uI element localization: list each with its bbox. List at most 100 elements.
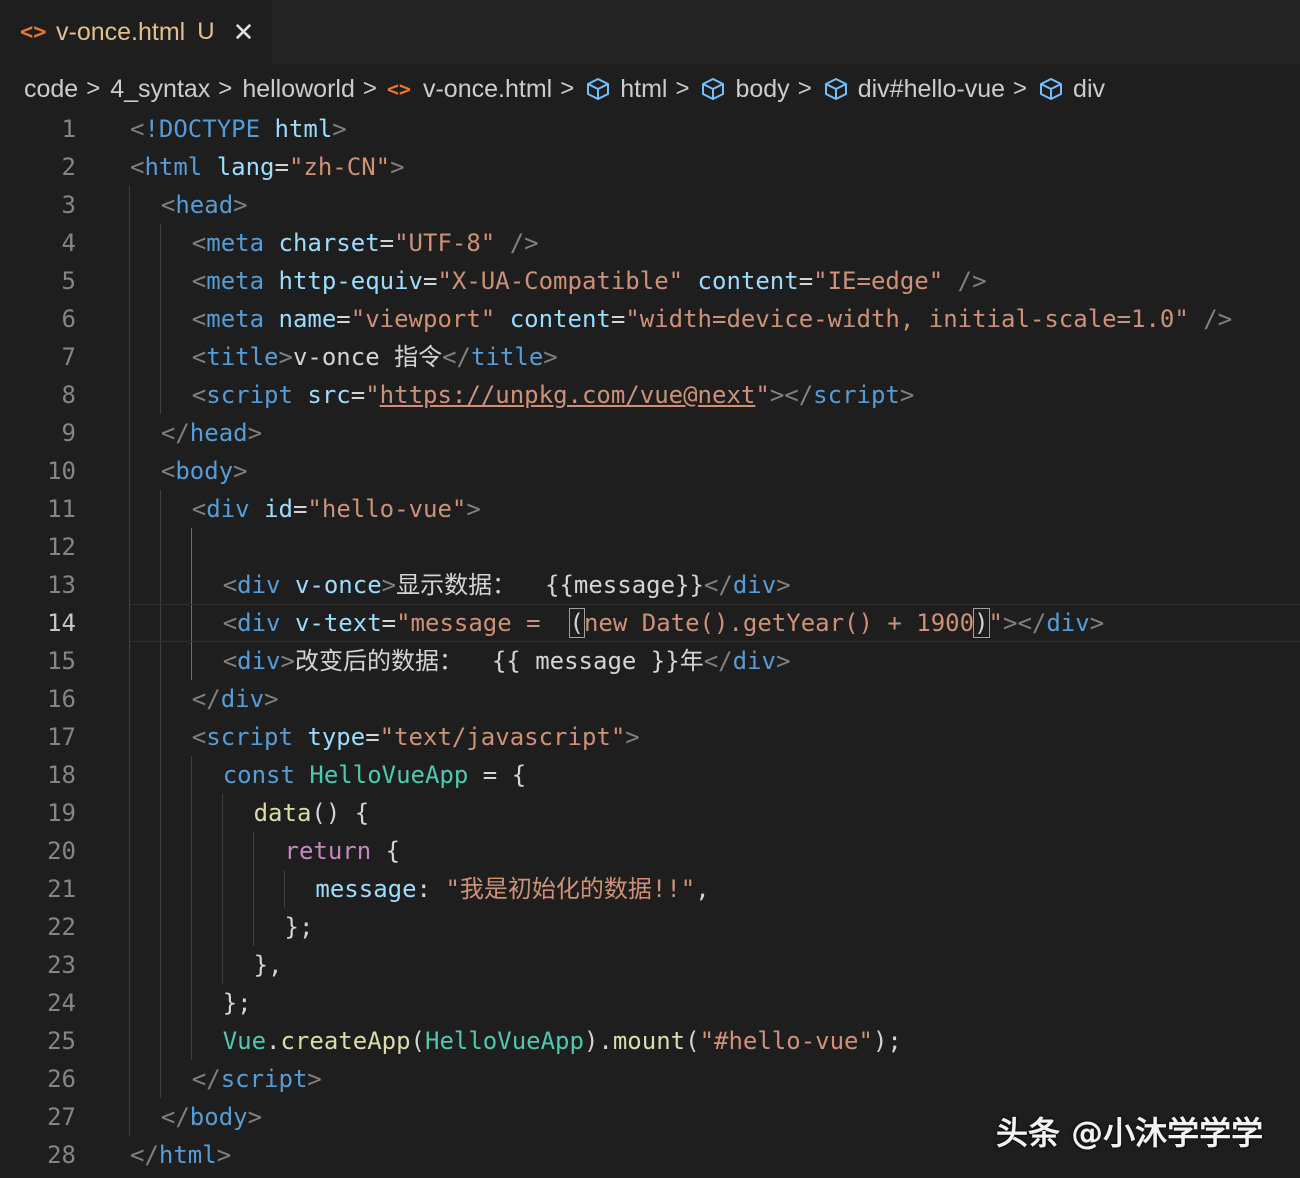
code-line[interactable]: 22}; — [0, 908, 1300, 946]
line-number: 23 — [47, 951, 76, 979]
code-line[interactable]: 23}, — [0, 946, 1300, 984]
code-token: = — [350, 381, 366, 409]
code-token: head — [175, 191, 234, 219]
code-line[interactable]: 24}; — [0, 984, 1300, 1022]
code-text: <meta http-equiv="X-UA-Compatible" conte… — [192, 262, 987, 300]
code-token: }; — [222, 989, 252, 1017]
code-text: <div>改变后的数据： {{ message }}年</div> — [223, 642, 791, 680]
code-line[interactable]: 18 const HelloVueApp = { — [0, 756, 1300, 794]
breadcrumb-item-code[interactable]: code — [24, 75, 78, 104]
code-line[interactable]: 6 <meta name="viewport" content="width=de… — [0, 300, 1300, 338]
breadcrumb-item-html[interactable]: html — [584, 75, 667, 104]
code-token: > — [899, 381, 915, 409]
line-number: 16 — [47, 685, 76, 713]
code-token: " — [988, 609, 1003, 637]
code-token: div — [732, 647, 776, 675]
symbol-element-icon — [1040, 78, 1063, 100]
code-token: = { — [468, 761, 527, 789]
code-token: html — [274, 115, 333, 143]
code-token: "text/javascript" — [379, 723, 626, 751]
breadcrumb-item-div[interactable]: div — [1037, 75, 1105, 104]
code-token: > — [390, 153, 405, 181]
line-number: 27 — [47, 1103, 76, 1131]
code-token: < — [160, 191, 176, 219]
code-line[interactable]: 26 </script> — [0, 1060, 1300, 1098]
code-text: <meta charset="UTF-8" /> — [192, 224, 539, 262]
code-token: HelloVueApp — [309, 761, 469, 789]
code-text: <meta name="viewport" content="width=dev… — [192, 300, 1232, 338]
code-text: <!DOCTYPE html> — [130, 110, 347, 148]
code-token: = — [292, 495, 308, 523]
breadcrumb-item-body[interactable]: body — [699, 75, 790, 104]
breadcrumb-item-file[interactable]: <> v-once.html — [387, 75, 552, 104]
code-line[interactable]: 14 <div v-text="message = (new Date().get… — [0, 604, 1300, 642]
code-line[interactable]: 16 </div> — [0, 680, 1300, 718]
code-line[interactable]: 10 <body> — [0, 452, 1300, 490]
chevron-right-icon: > — [560, 75, 575, 102]
code-line[interactable]: 5 <meta http-equiv="X-UA-Compatible" cont… — [0, 262, 1300, 300]
code-token: "zh-CN" — [288, 153, 391, 181]
code-token: createApp — [280, 1027, 411, 1055]
code-token: </ — [160, 419, 190, 447]
code-token: "message = — [396, 609, 570, 637]
line-number: 10 — [47, 457, 76, 485]
code-line[interactable]: 7 <title>v-once 指令</title> — [0, 338, 1300, 376]
code-line[interactable]: 12 — [0, 528, 1300, 566]
code-line[interactable]: 21 message: "我是初始化的数据!!", — [0, 870, 1300, 908]
line-number: 1 — [61, 115, 76, 143]
code-token: /> — [957, 267, 987, 295]
breadcrumb-item-div-hello-vue[interactable]: div#hello-vue — [822, 75, 1005, 104]
code-token: ( — [410, 1027, 425, 1055]
code-token: < — [191, 267, 207, 295]
code-line[interactable]: 13 <div v-once>显示数据： {{message}}</div> — [0, 566, 1300, 604]
code-token: type — [307, 723, 366, 751]
line-number: 3 — [61, 191, 76, 219]
code-line[interactable]: 11 <div id="hello-vue"> — [0, 490, 1300, 528]
code-token: v-text — [294, 609, 382, 637]
code-text: </div> — [192, 680, 279, 718]
code-line[interactable]: 2 <html lang="zh-CN"> — [0, 148, 1300, 186]
code-token: meta — [206, 229, 265, 257]
code-token: }; — [284, 913, 314, 941]
code-token: div — [206, 495, 250, 523]
code-token: < — [191, 381, 207, 409]
code-token: div — [237, 609, 281, 637]
breadcrumb-item-4-syntax[interactable]: 4_syntax — [110, 75, 210, 104]
code-line[interactable]: 3 <head> — [0, 186, 1300, 224]
code-line[interactable]: 20 return { — [0, 832, 1300, 870]
code-token: charset — [278, 229, 380, 257]
code-line[interactable]: 15 <div>改变后的数据： {{ message }}年</div> — [0, 642, 1300, 680]
code-line[interactable]: 8 <script src="https://unpkg.com/vue@next… — [0, 376, 1300, 414]
code-token: div — [237, 647, 281, 675]
breadcrumb: code > 4_syntax > helloworld > <> v-once… — [0, 68, 1300, 110]
code-text: <div id="hello-vue"> — [192, 490, 481, 528]
line-number: 20 — [47, 837, 76, 865]
code-line[interactable]: 9 </head> — [0, 414, 1300, 452]
code-token: message — [315, 875, 417, 903]
line-number: 24 — [47, 989, 76, 1017]
code-text: <body> — [161, 452, 248, 490]
code-line[interactable]: 19 data() { — [0, 794, 1300, 832]
line-number: 13 — [47, 571, 76, 599]
code-text: }; — [223, 984, 252, 1022]
code-token: script — [813, 381, 900, 409]
code-token: content — [697, 267, 799, 295]
close-icon[interactable]: ✕ — [233, 17, 255, 48]
code-line[interactable]: 4 <meta charset="UTF-8" /> — [0, 224, 1300, 262]
line-number: 21 — [47, 875, 76, 903]
code-line[interactable]: 1 <!DOCTYPE html> — [0, 110, 1300, 148]
line-number: 5 — [61, 267, 76, 295]
code-token: https://unpkg.com/vue@next — [379, 381, 756, 409]
code-line[interactable]: 25 Vue.createApp(HelloVueApp).mount("#hel… — [0, 1022, 1300, 1060]
line-number: 11 — [47, 495, 76, 523]
tab-v-once-html[interactable]: <> v-once.html U ✕ — [0, 0, 272, 64]
code-token: > — [247, 1103, 263, 1131]
breadcrumb-item-helloworld[interactable]: helloworld — [242, 75, 355, 104]
code-token: > — [466, 495, 481, 523]
code-token: div — [237, 571, 281, 599]
code-line[interactable]: 17 <script type="text/javascript"> — [0, 718, 1300, 756]
